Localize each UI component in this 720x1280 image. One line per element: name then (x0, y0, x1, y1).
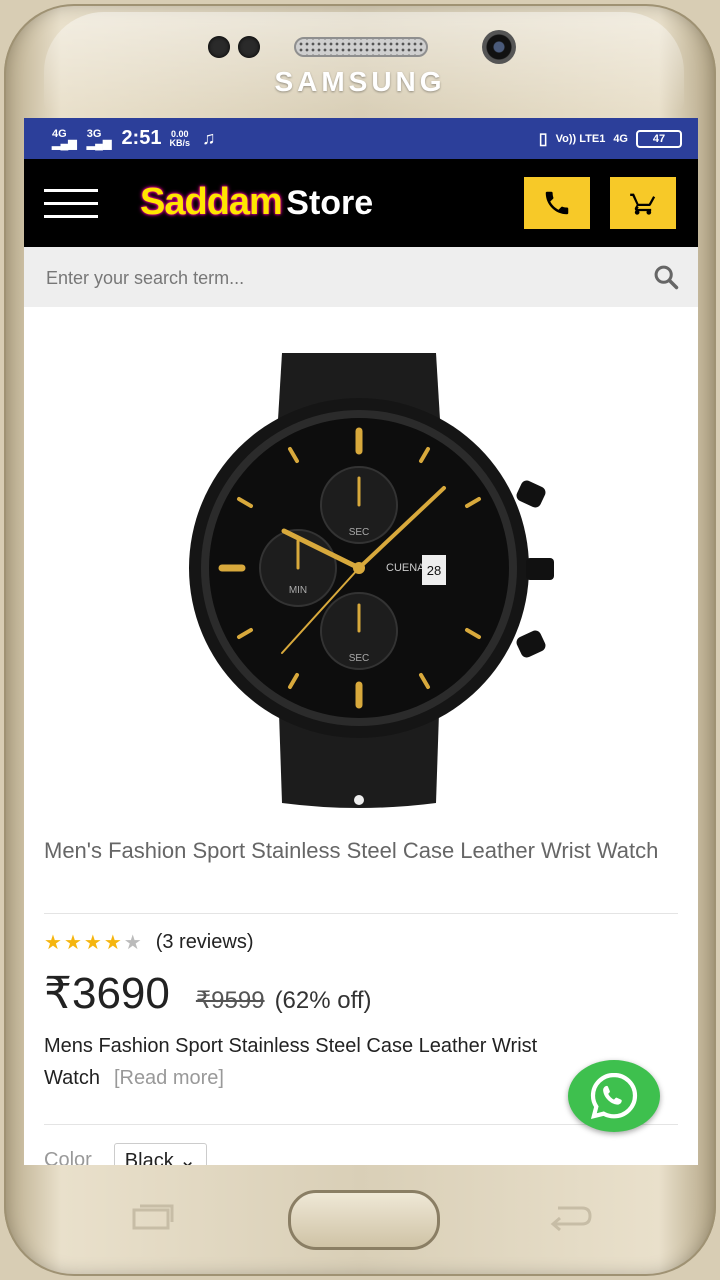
product-image[interactable]: SEC MIN SEC CUENA 28 (174, 343, 554, 813)
store-logo[interactable]: Saddam Store (140, 181, 373, 224)
dial-sec-label: SEC (349, 653, 370, 664)
price-row: ₹3690 ₹9599 (62% off) (44, 968, 372, 1019)
star-icon: ★ (103, 932, 124, 954)
search-icon[interactable] (652, 263, 680, 291)
cart-icon (630, 193, 656, 215)
menu-icon[interactable] (44, 189, 98, 219)
sensor-icon (208, 36, 230, 58)
date-window: 28 (427, 563, 441, 578)
sensor-icon (238, 36, 260, 58)
rating-row[interactable]: ★★★★★ (3 reviews) (44, 930, 253, 955)
app-header: Saddam Store (24, 159, 698, 247)
logo-part1: Saddam (140, 181, 283, 223)
whatsapp-icon (590, 1072, 638, 1120)
discount-label: (62% off) (274, 987, 372, 1014)
clock: 2:51 (121, 127, 162, 149)
color-select-value: Black (124, 1150, 174, 1165)
star-icon: ★ (83, 932, 104, 954)
music-icon: ♫ (201, 128, 216, 148)
logo-part2: Store (286, 184, 374, 222)
divider (44, 913, 678, 914)
network-indicator: 4G (613, 132, 628, 145)
color-option-row: Color Black ⌄ (44, 1143, 208, 1166)
battery-indicator: 47 (636, 129, 682, 148)
screen: 4G ▂▄▆ 3G ▂▄▆ 2:51 0.00 KB/s ♫ ▯ Vo)) LTE1 … (24, 118, 698, 1165)
recent-apps-icon[interactable] (130, 1202, 176, 1232)
network-indicator: 3G ▂▄▆ (86, 127, 112, 150)
net-speed: 0.00 KB/s (169, 128, 190, 148)
back-icon[interactable] (548, 1202, 594, 1232)
sale-price: ₹3690 (44, 969, 170, 1018)
star-icon: ★ (63, 932, 84, 954)
star-icon: ★ (123, 932, 144, 954)
product-title: Men's Fashion Sport Stainless Steel Case… (44, 838, 659, 863)
cart-button[interactable] (610, 177, 676, 229)
earpiece-speaker (294, 37, 428, 57)
read-more-link[interactable]: [Read more] (114, 1067, 224, 1089)
watch-brand: CUENA (386, 562, 425, 574)
review-count[interactable]: (3 reviews) (156, 931, 254, 954)
home-button[interactable] (288, 1190, 440, 1250)
front-camera-icon (482, 30, 516, 64)
call-button[interactable] (524, 177, 590, 229)
search-bar (24, 247, 698, 309)
divider (44, 1124, 678, 1125)
original-price: ₹9599 (195, 987, 265, 1014)
star-icon: ★ (44, 932, 64, 954)
volte-indicator: Vo)) LTE1 (555, 132, 606, 145)
chevron-down-icon: ⌄ (179, 1150, 197, 1165)
color-label: Color (44, 1148, 92, 1166)
status-bar: 4G ▂▄▆ 3G ▂▄▆ 2:51 0.00 KB/s ♫ ▯ Vo)) LTE1 … (24, 118, 698, 159)
dial-sec-label: SEC (349, 527, 370, 538)
whatsapp-button[interactable] (568, 1060, 660, 1132)
network-indicator: 4G ▂▄▆ (52, 127, 77, 150)
device-brand: SAMSUNG (274, 66, 446, 97)
vibrate-icon: ▯ (538, 130, 548, 148)
dial-min-label: MIN (289, 585, 307, 596)
color-select[interactable]: Black ⌄ (113, 1143, 208, 1165)
star-rating: ★★★★★ (44, 930, 144, 955)
search-input[interactable] (44, 247, 628, 309)
phone-icon (545, 191, 569, 215)
